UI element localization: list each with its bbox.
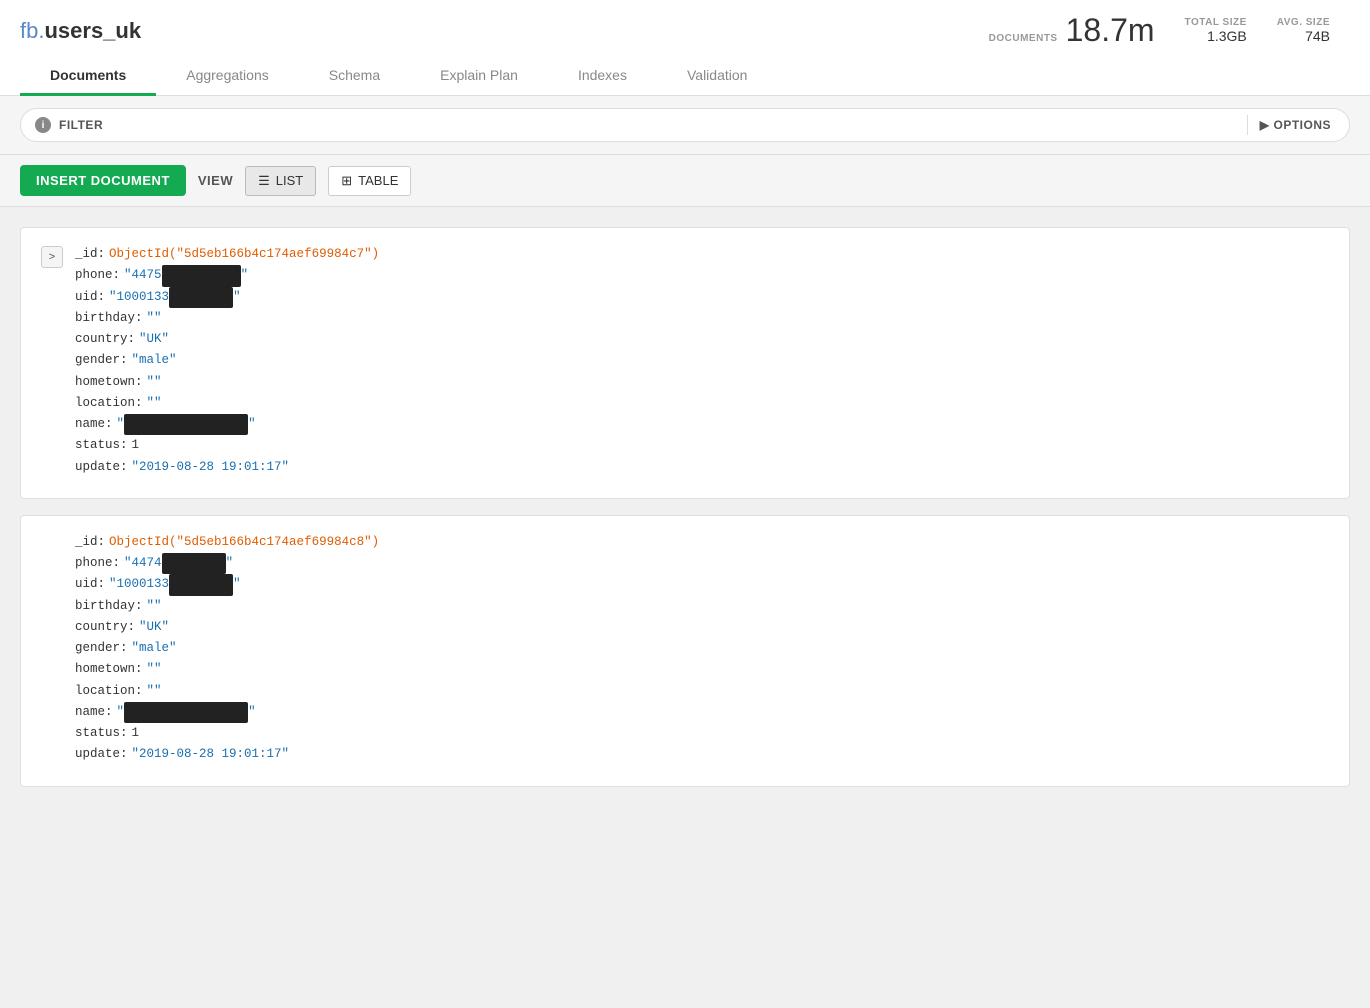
field-country-1: country: "UK" bbox=[75, 329, 1329, 350]
field-id-1: _id: ObjectId("5d5eb166b4c174aef69984c7"… bbox=[75, 244, 1329, 265]
documents-label: DOCUMENTS bbox=[989, 33, 1058, 44]
field-birthday-1: birthday: "" bbox=[75, 308, 1329, 329]
field-phone-1: phone: "4475██████████" bbox=[75, 265, 1329, 286]
field-gender-2: gender: "male" bbox=[75, 638, 1329, 659]
filter-toolbar: i FILTER ▶ OPTIONS bbox=[0, 96, 1370, 155]
field-update-2: update: "2019-08-28 19:01:17" bbox=[75, 744, 1329, 765]
field-phone-2: phone: "4474████████" bbox=[75, 553, 1329, 574]
total-size-stat: TOTAL SIZE 1.3GB bbox=[1185, 17, 1247, 44]
options-label: OPTIONS bbox=[1273, 118, 1331, 132]
filter-bar: i FILTER ▶ OPTIONS bbox=[20, 108, 1350, 142]
total-size-label: TOTAL SIZE bbox=[1185, 17, 1247, 28]
filter-divider bbox=[1247, 115, 1248, 135]
field-hometown-1: hometown: "" bbox=[75, 372, 1329, 393]
list-label: LIST bbox=[276, 173, 303, 188]
filter-label: FILTER bbox=[59, 118, 103, 132]
field-location-2: location: "" bbox=[75, 681, 1329, 702]
list-icon: ☰ bbox=[258, 173, 270, 189]
field-status-2: status: 1 bbox=[75, 723, 1329, 744]
options-arrow-icon: ▶ bbox=[1260, 118, 1270, 132]
field-birthday-2: birthday: "" bbox=[75, 596, 1329, 617]
tab-aggregations[interactable]: Aggregations bbox=[156, 57, 299, 96]
tab-documents[interactable]: Documents bbox=[20, 57, 156, 96]
header-top: fb.users_uk DOCUMENTS 18.7m TOTAL SIZE 1… bbox=[20, 12, 1350, 57]
header-stats: DOCUMENTS 18.7m TOTAL SIZE 1.3GB AVG. SI… bbox=[989, 12, 1350, 49]
table-icon: ⊞ bbox=[341, 173, 352, 189]
filter-info-icon: i bbox=[35, 117, 51, 133]
document-card-2: _id: ObjectId("5d5eb166b4c174aef69984c8"… bbox=[20, 515, 1350, 787]
tab-schema[interactable]: Schema bbox=[299, 57, 410, 96]
app-container: fb.users_uk DOCUMENTS 18.7m TOTAL SIZE 1… bbox=[0, 0, 1370, 823]
field-name-2: name: "████████████████" bbox=[75, 702, 1329, 723]
doc-fields-2: _id: ObjectId("5d5eb166b4c174aef69984c8"… bbox=[75, 532, 1329, 766]
doc-row-2: _id: ObjectId("5d5eb166b4c174aef69984c8"… bbox=[41, 532, 1329, 766]
field-gender-1: gender: "male" bbox=[75, 350, 1329, 371]
collection-name: users_uk bbox=[44, 18, 141, 43]
insert-document-button[interactable]: INSERT DOCUMENT bbox=[20, 165, 186, 196]
total-size-value: 1.3GB bbox=[1207, 28, 1247, 44]
field-uid-2: uid: "1000133████████" bbox=[75, 574, 1329, 595]
tab-validation[interactable]: Validation bbox=[657, 57, 777, 96]
doc-row-1: > _id: ObjectId("5d5eb166b4c174aef69984c… bbox=[41, 244, 1329, 478]
header: fb.users_uk DOCUMENTS 18.7m TOTAL SIZE 1… bbox=[0, 0, 1370, 96]
field-status-1: status: 1 bbox=[75, 435, 1329, 456]
documents-stat: DOCUMENTS 18.7m bbox=[989, 12, 1155, 49]
field-id-2: _id: ObjectId("5d5eb166b4c174aef69984c8"… bbox=[75, 532, 1329, 553]
documents-value: 18.7m bbox=[1066, 12, 1155, 49]
list-view-button[interactable]: ☰ LIST bbox=[245, 166, 316, 196]
collection-prefix: fb. bbox=[20, 18, 44, 43]
avg-size-value: 74B bbox=[1305, 28, 1330, 44]
field-uid-1: uid: "1000133████████" bbox=[75, 287, 1329, 308]
view-label: VIEW bbox=[198, 173, 233, 188]
tab-indexes[interactable]: Indexes bbox=[548, 57, 657, 96]
expand-button-1[interactable]: > bbox=[41, 246, 63, 268]
doc-fields-1: _id: ObjectId("5d5eb166b4c174aef69984c7"… bbox=[75, 244, 1329, 478]
table-view-button[interactable]: ⊞ TABLE bbox=[328, 166, 411, 196]
options-button[interactable]: ▶ OPTIONS bbox=[1256, 118, 1335, 132]
field-update-1: update: "2019-08-28 19:01:17" bbox=[75, 457, 1329, 478]
tab-explain-plan[interactable]: Explain Plan bbox=[410, 57, 548, 96]
action-toolbar: INSERT DOCUMENT VIEW ☰ LIST ⊞ TABLE bbox=[0, 155, 1370, 207]
field-hometown-2: hometown: "" bbox=[75, 659, 1329, 680]
field-name-1: name: "████████████████" bbox=[75, 414, 1329, 435]
table-label: TABLE bbox=[358, 173, 398, 188]
filter-input[interactable] bbox=[111, 118, 1239, 133]
document-list: > _id: ObjectId("5d5eb166b4c174aef69984c… bbox=[0, 207, 1370, 823]
tabs: Documents Aggregations Schema Explain Pl… bbox=[20, 57, 1350, 95]
collection-title: fb.users_uk bbox=[20, 18, 141, 44]
field-country-2: country: "UK" bbox=[75, 617, 1329, 638]
avg-size-stat: AVG. SIZE 74B bbox=[1277, 17, 1330, 44]
document-card-1: > _id: ObjectId("5d5eb166b4c174aef69984c… bbox=[20, 227, 1350, 499]
avg-size-label: AVG. SIZE bbox=[1277, 17, 1330, 28]
field-location-1: location: "" bbox=[75, 393, 1329, 414]
